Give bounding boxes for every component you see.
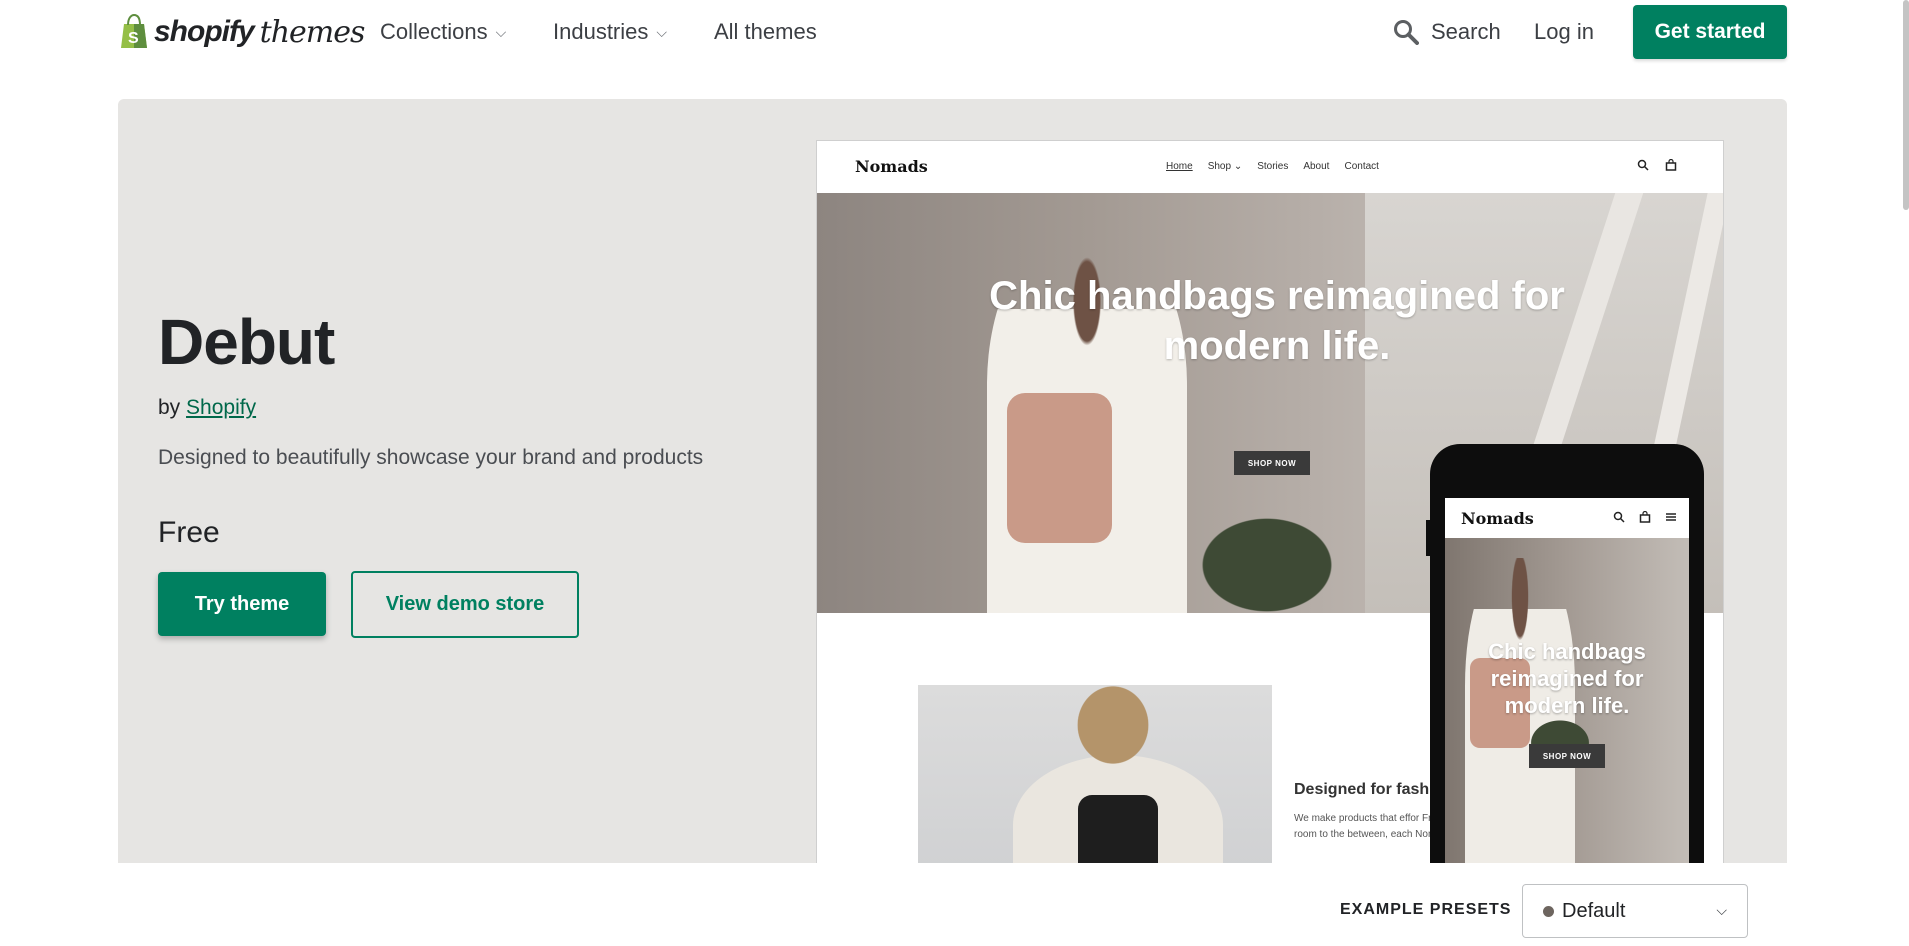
preview-nav-item: Shop ⌄ — [1207, 161, 1243, 172]
menu-icon — [1666, 513, 1676, 521]
preview-nav-item: Stories — [1257, 161, 1289, 172]
shopify-themes-logo[interactable]: S shopify themes — [118, 12, 366, 52]
try-theme-button[interactable]: Try theme — [158, 572, 326, 636]
brand-name: shopify — [154, 15, 255, 48]
page-scrollbar[interactable] — [1903, 0, 1909, 210]
cart-icon — [1639, 511, 1651, 523]
preview-nav-item: Contact — [1344, 161, 1379, 172]
search-label: Search — [1431, 19, 1501, 44]
preview-hero-title: Chic handbags reimagined for modern life… — [989, 274, 1565, 368]
cart-icon — [1665, 159, 1677, 171]
mobile-preview-screen: Nomads Chic handbags reimagined for mode… — [1445, 498, 1689, 878]
get-started-button[interactable]: Get started — [1633, 5, 1787, 59]
login-link[interactable]: Log in — [1534, 19, 1594, 45]
author-link[interactable]: Shopify — [186, 396, 256, 419]
preview-store-logo: Nomads — [855, 157, 928, 176]
search-icon — [1394, 20, 1419, 45]
presets-select[interactable]: Default ⌵ — [1522, 884, 1748, 938]
chevron-down-icon: ⌵ — [1716, 902, 1727, 918]
search-icon — [1613, 511, 1625, 523]
chevron-down-icon: ⌵ — [495, 23, 507, 40]
search-icon — [1637, 159, 1649, 171]
nav-collections[interactable]: Collections ⌵ — [380, 19, 506, 45]
preview-shop-now-button: SHOP NOW — [1234, 451, 1310, 475]
preset-color-dot — [1543, 905, 1554, 917]
mobile-store-logo: Nomads — [1461, 509, 1534, 528]
example-presets-label: EXAMPLE PRESETS — [1340, 901, 1512, 918]
preview-feature-image — [918, 685, 1272, 863]
svg-text:S: S — [128, 30, 139, 47]
mobile-preview-header: Nomads — [1445, 498, 1689, 538]
preview-nav-item: Home — [1166, 161, 1193, 172]
brand-suffix: themes — [259, 14, 366, 50]
nav-industries[interactable]: Industries ⌵ — [553, 19, 667, 45]
search-link[interactable]: Search — [1393, 19, 1501, 45]
preview-header-icons — [1637, 159, 1677, 171]
shopify-bag-icon: S — [121, 14, 147, 48]
theme-byline: by Shopify — [158, 396, 256, 420]
mobile-preview: Nomads Chic handbags reimagined for mode… — [1426, 444, 1704, 884]
byline-prefix: by — [158, 396, 181, 419]
preset-selected-value: Default — [1562, 899, 1626, 922]
top-navigation: S shopify themes Collections ⌵ Industrie… — [0, 0, 1909, 66]
preview-header: Nomads Home Shop ⌄ Stories About Contact — [817, 141, 1723, 193]
nav-all-themes-label: All themes — [714, 19, 817, 44]
mobile-hero-title: Chic handbags reimagined for modern life… — [1488, 639, 1646, 718]
preview-section-heading: Designed for fash — [1294, 781, 1430, 798]
theme-title: Debut — [158, 306, 335, 378]
preview-nav-item: About — [1303, 161, 1330, 172]
nav-industries-label: Industries — [553, 19, 649, 44]
mobile-hero-image: Chic handbags reimagined for modern life… — [1445, 538, 1689, 878]
preview-nav: Home Shop ⌄ Stories About Contact — [1166, 161, 1379, 172]
nav-all-themes[interactable]: All themes — [714, 19, 817, 45]
theme-price: Free — [158, 516, 220, 549]
mobile-header-icons — [1613, 511, 1677, 523]
mobile-shop-now-button: SHOP NOW — [1529, 744, 1605, 768]
theme-description: Designed to beautifully showcase your br… — [158, 446, 704, 469]
view-demo-store-button[interactable]: View demo store — [351, 571, 579, 638]
chevron-down-icon: ⌵ — [656, 23, 668, 40]
nav-collections-label: Collections — [380, 19, 488, 44]
